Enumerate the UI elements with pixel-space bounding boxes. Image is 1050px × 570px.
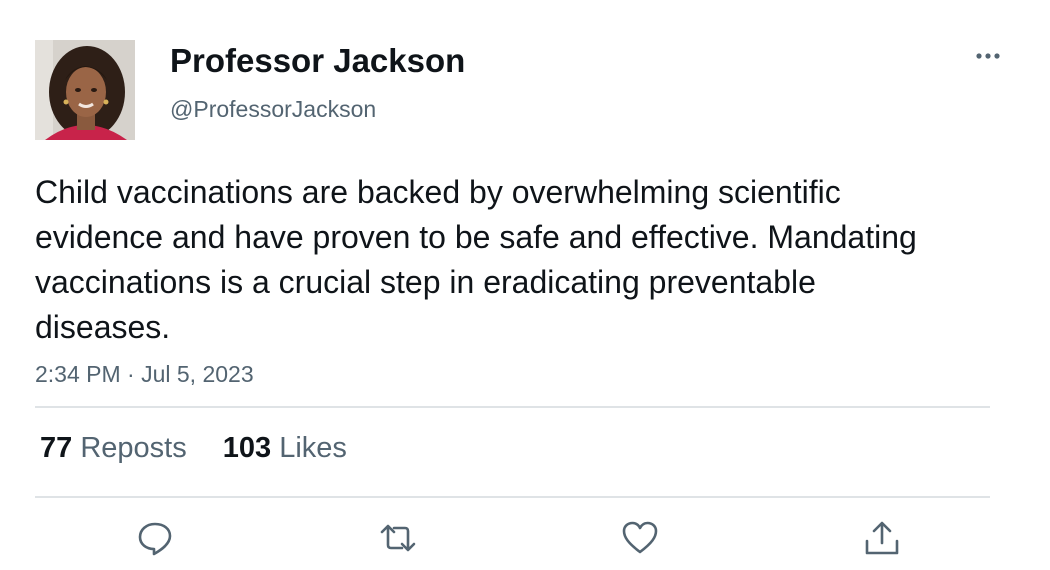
avatar[interactable] [35, 40, 135, 140]
share-button[interactable] [862, 518, 902, 558]
repost-icon [380, 524, 416, 552]
reposts-count: 77 [40, 432, 73, 464]
heart-icon [622, 521, 658, 554]
profile-photo [35, 40, 135, 140]
more-options-icon [976, 53, 1000, 59]
likes-label: Likes [279, 432, 347, 464]
reply-button[interactable] [135, 518, 175, 558]
likes-stat[interactable]: 103 Likes [223, 432, 347, 465]
like-button[interactable] [620, 518, 660, 558]
likes-count: 103 [222, 432, 272, 464]
engagement-stats: 77 Reposts 103 Likes [40, 432, 375, 465]
user-handle[interactable]: @ProfessorJackson [170, 96, 376, 123]
divider [35, 496, 990, 498]
tweet-text: Child vaccinations are backed by overwhe… [35, 174, 917, 345]
tweet-timestamp[interactable]: 2:34 PM · Jul 5, 2023 [35, 361, 254, 388]
reposts-stat[interactable]: 77 Reposts [40, 432, 187, 465]
more-options-button[interactable] [968, 38, 1008, 74]
divider [35, 406, 990, 408]
display-name[interactable]: Professor Jackson [170, 42, 465, 80]
reply-icon [138, 522, 172, 556]
reposts-label: Reposts [80, 432, 187, 464]
share-icon [865, 521, 899, 555]
repost-button[interactable] [378, 518, 418, 558]
